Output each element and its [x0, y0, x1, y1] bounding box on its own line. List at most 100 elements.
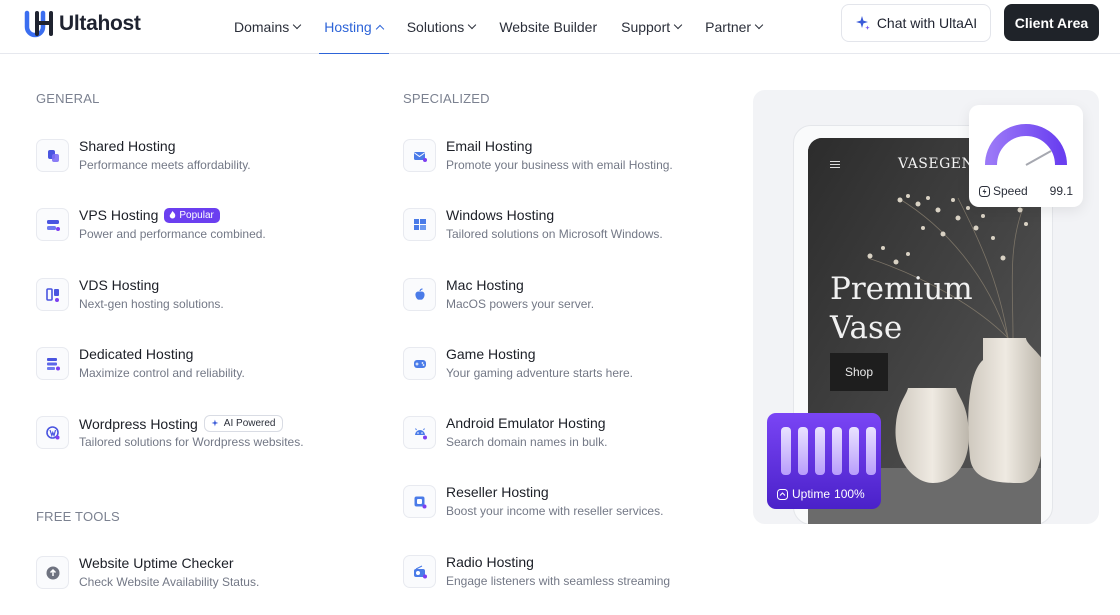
item-description: Engage listeners with seamless streaming: [446, 574, 671, 588]
gamepad-icon: [403, 347, 436, 380]
nav-domains-label: Domains: [234, 19, 290, 35]
nav-partner[interactable]: Partner: [705, 0, 764, 54]
logo-text: Ultahost: [59, 12, 141, 35]
nav-website-builder-label: Website Builder: [499, 19, 598, 35]
item-title: Android Emulator Hosting: [446, 415, 606, 431]
menu-item-shared-hosting[interactable]: Shared Hosting Performance meets afforda…: [36, 138, 336, 186]
item-description: Performance meets affordability.: [79, 158, 251, 172]
nav-solutions[interactable]: Solutions: [406, 0, 477, 54]
item-description: Check Website Availability Status.: [79, 575, 260, 589]
nav-support[interactable]: Support: [621, 0, 683, 54]
speed-label: Speed: [993, 184, 1028, 198]
promo-headline: Premium Vase: [830, 270, 973, 348]
store-brand: VASEGEN: [898, 156, 975, 172]
item-title: Radio Hosting: [446, 554, 534, 570]
item-title: Shared Hosting: [79, 138, 176, 154]
ultahost-logo-icon: [24, 10, 53, 38]
item-description: Promote your business with email Hosting…: [446, 158, 673, 172]
nav-domains[interactable]: Domains: [234, 0, 302, 54]
nav-hosting-label: Hosting: [324, 19, 372, 35]
uptime-bar: [798, 427, 808, 475]
chat-button-label: Chat with UltaAI: [876, 15, 978, 31]
uptime-bar: [781, 427, 791, 475]
radio-icon: [403, 555, 436, 588]
item-description: Tailored solutions for Wordpress website…: [79, 435, 304, 449]
specialized-section-title: SPECIALIZED: [403, 91, 490, 106]
android-icon: [403, 416, 436, 449]
dedicated-hosting-icon: [36, 347, 69, 380]
nav-partner-label: Partner: [705, 19, 752, 35]
top-header: Ultahost Domains Hosting Solutions Websi…: [0, 0, 1120, 54]
vds-hosting-icon: [36, 278, 69, 311]
chevron-down-icon: [754, 20, 764, 30]
item-title: VDS Hosting: [79, 277, 160, 293]
windows-icon: [403, 208, 436, 241]
item-title: VPS Hosting: [79, 207, 159, 223]
apple-icon: [403, 278, 436, 311]
menu-item-windows-hosting[interactable]: Windows Hosting Tailored solutions on Mi…: [403, 207, 703, 255]
shared-hosting-icon: [36, 139, 69, 172]
uptime-bar: [815, 427, 825, 475]
chevron-down-icon: [293, 20, 302, 30]
reseller-icon: [403, 485, 436, 518]
menu-item-mac-hosting[interactable]: Mac Hosting MacOS powers your server.: [403, 277, 703, 325]
main-nav: Domains Hosting Solutions Website Builde…: [234, 0, 786, 54]
chevron-down-icon: [673, 20, 683, 30]
item-title: Website Uptime Checker: [79, 555, 234, 571]
client-area-button[interactable]: Client Area: [1004, 4, 1099, 41]
item-title: Reseller Hosting: [446, 484, 549, 500]
menu-item-game-hosting[interactable]: Game Hosting Your gaming adventure start…: [403, 346, 703, 394]
item-description: Your gaming adventure starts here.: [446, 366, 634, 380]
uptime-checker-icon: [36, 556, 69, 589]
uptime-value: 100%: [834, 487, 865, 501]
menu-item-radio-hosting[interactable]: Radio Hosting Engage listeners with seam…: [403, 554, 703, 602]
flame-icon: [170, 211, 176, 219]
hamburger-menu-icon[interactable]: [830, 161, 840, 168]
menu-item-email-hosting[interactable]: Email Hosting Promote your business with…: [403, 138, 703, 186]
chevron-up-icon: [375, 24, 384, 33]
speed-value: 99.1: [1049, 184, 1073, 198]
item-title: Dedicated Hosting: [79, 346, 194, 362]
menu-item-vps-hosting[interactable]: VPS Hosting Popular Power and performanc…: [36, 207, 336, 255]
menu-item-dedicated-hosting[interactable]: Dedicated Hosting Maximize control and r…: [36, 346, 336, 394]
menu-item-uptime-checker[interactable]: Website Uptime Checker Check Website Ava…: [36, 555, 336, 603]
uptime-icon: [777, 488, 788, 500]
nav-hosting[interactable]: Hosting: [319, 0, 390, 54]
chat-with-ultaai-button[interactable]: Chat with UltaAI: [841, 4, 991, 42]
menu-item-vds-hosting[interactable]: VDS Hosting Next-gen hosting solutions.: [36, 277, 336, 325]
item-description: Tailored solutions on Microsoft Windows.: [446, 227, 663, 241]
menu-item-reseller-hosting[interactable]: Reseller Hosting Boost your income with …: [403, 484, 703, 532]
item-title: Windows Hosting: [446, 207, 555, 223]
free-tools-section-title: FREE TOOLS: [36, 509, 120, 524]
promo-panel: VASEGEN Premium Vase Shop Speed 99.1 Upt…: [753, 90, 1099, 524]
ai-powered-badge: AI Powered: [203, 415, 283, 432]
shop-button[interactable]: Shop: [830, 353, 888, 391]
vps-hosting-icon: [36, 208, 69, 241]
uptime-bar: [832, 427, 842, 475]
logo[interactable]: Ultahost: [24, 10, 141, 38]
item-description: MacOS powers your server.: [446, 297, 595, 311]
item-description: Search domain names in bulk.: [446, 435, 608, 449]
uptime-bars: [781, 427, 876, 475]
item-title: Game Hosting: [446, 346, 536, 362]
uptime-label: Uptime: [792, 487, 831, 501]
sparkle-icon: [855, 16, 870, 30]
item-description: Maximize control and reliability.: [79, 366, 245, 380]
nav-website-builder[interactable]: Website Builder: [499, 0, 597, 54]
popular-badge: Popular: [164, 207, 220, 223]
item-title: Wordpress Hosting: [79, 415, 198, 432]
speed-card: Speed 99.1: [969, 105, 1083, 207]
email-icon: [403, 139, 436, 172]
item-description: Power and performance combined.: [79, 227, 266, 241]
sparkle-icon: [211, 419, 219, 427]
uptime-card: Uptime 100%: [767, 413, 881, 509]
nav-solutions-label: Solutions: [406, 19, 465, 35]
menu-item-android-emulator-hosting[interactable]: Android Emulator Hosting Search domain n…: [403, 415, 703, 463]
speed-icon: [979, 185, 990, 197]
menu-item-wordpress-hosting[interactable]: Wordpress Hosting AI Powered Tailored so…: [36, 415, 336, 463]
headline-line-2: Vase: [830, 310, 903, 346]
item-description: Boost your income with reseller services…: [446, 504, 664, 518]
uptime-bar: [849, 427, 859, 475]
general-section-title: GENERAL: [36, 91, 100, 106]
headline-line-1: Premium: [830, 271, 973, 307]
